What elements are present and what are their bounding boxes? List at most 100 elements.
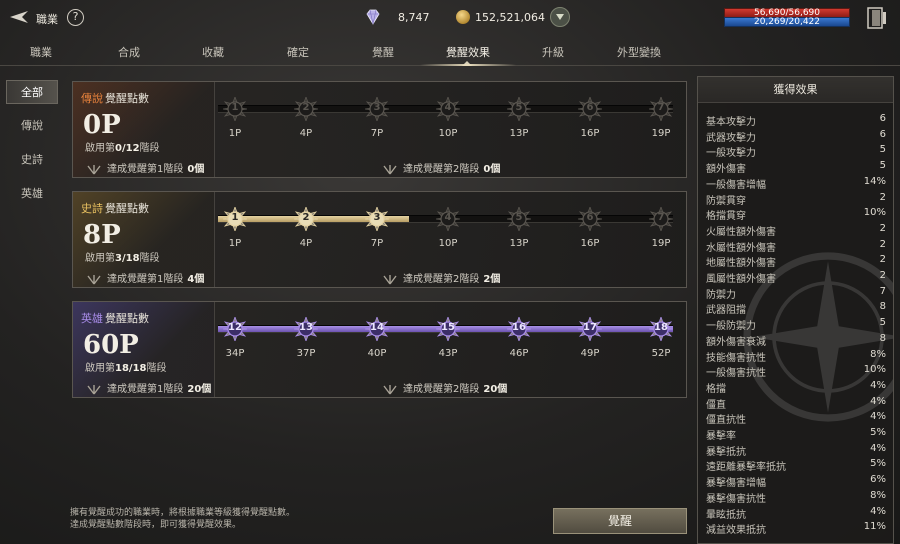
gem-count: 8,747 <box>398 11 430 24</box>
milestone-node: 4 <box>436 207 460 231</box>
laurel-icon <box>383 385 397 395</box>
milestone-number: 3 <box>373 102 381 113</box>
effect-row: 額外傷害衰減 8 <box>706 333 886 349</box>
card-title: 英雄 覺醒點數 <box>81 310 149 326</box>
milestone-number: 12 <box>228 322 242 333</box>
effect-row: 武器攻擊力 6 <box>706 129 886 145</box>
tab-awaken-effect[interactable]: 覺醒效果 <box>446 44 490 60</box>
milestone-number: 7 <box>657 212 665 223</box>
grade-label: 史詩 <box>81 202 103 215</box>
milestone-points-label: 16P <box>580 238 600 249</box>
milestone-points-label: 4P <box>299 128 313 139</box>
milestone-points-label: 52P <box>651 348 671 359</box>
effect-name: 地屬性額外傷害 <box>706 258 776 270</box>
effect-value: 8 <box>879 332 886 344</box>
effects-title: 獲得效果 <box>698 77 893 103</box>
milestone-number: 4 <box>444 212 452 223</box>
milestone-node: 6 <box>578 207 602 231</box>
milestone-points-label: 16P <box>580 128 600 139</box>
milestone-points-label: 40P <box>367 348 387 359</box>
effect-name: 暴擊傷害抗性 <box>706 493 766 505</box>
tab-synthesis[interactable]: 合成 <box>118 44 140 60</box>
effect-row: 防禦力 7 <box>706 286 886 302</box>
milestone-number: 16 <box>512 322 526 333</box>
filter-epic[interactable]: 史詩 <box>6 148 58 172</box>
milestone-node: 16 <box>507 317 531 341</box>
milestone-node: 7 <box>649 207 673 231</box>
milestone-points-label: 7P <box>370 128 384 139</box>
effect-row: 地屬性額外傷害 2 <box>706 254 886 270</box>
effect-name: 減益效果抵抗 <box>706 525 766 537</box>
effect-row: 額外傷害 5 <box>706 160 886 176</box>
help-icon[interactable]: ? <box>67 9 84 26</box>
effect-row: 暈眩抵抗 4% <box>706 506 886 522</box>
effect-row: 火屬性額外傷害 2 <box>706 223 886 239</box>
milestone-number: 5 <box>515 212 523 223</box>
milestone-node: 4 <box>436 97 460 121</box>
effect-name: 防禦貫穿 <box>706 195 746 207</box>
effect-value: 10% <box>863 364 886 376</box>
tab-bar: 職業 合成 收藏 確定 覺醒 覺醒效果 升級 外型變換 <box>0 36 900 66</box>
acquired-effects-panel: 獲得效果 基本攻擊力 6 武器攻擊力 6 一般攻擊力 5 額外傷害 5 一般傷害增幅 14% 防禦貫… <box>697 76 894 544</box>
effect-value: 5 <box>879 317 886 329</box>
awaken-button[interactable]: 覺醒 <box>553 508 687 534</box>
milestone-points-label: 19P <box>651 238 671 249</box>
milestone-number: 2 <box>302 212 310 223</box>
effect-row: 一般防禦力 5 <box>706 317 886 333</box>
effect-name: 火屬性額外傷害 <box>706 226 776 238</box>
milestone-points-label: 43P <box>438 348 458 359</box>
milestone-points-label: 49P <box>580 348 600 359</box>
effect-row: 一般攻擊力 5 <box>706 144 886 160</box>
effect-value: 14% <box>863 175 886 187</box>
effect-value: 10% <box>863 207 886 219</box>
effect-name: 遠距離暴擊率抵抗 <box>706 462 786 474</box>
gold-coin-icon <box>456 10 470 24</box>
currency-dropdown-button[interactable] <box>550 7 570 27</box>
milestone-number: 1 <box>231 102 239 113</box>
effect-value: 5 <box>879 144 886 156</box>
tab-job[interactable]: 職業 <box>30 44 52 60</box>
tab-collection[interactable]: 收藏 <box>202 44 224 60</box>
achievement-stage-2: 達成覺醒第2階段 0個 <box>381 160 500 175</box>
tab-appearance[interactable]: 外型變換 <box>617 44 661 60</box>
effect-name: 格擋貫穿 <box>706 211 746 223</box>
exit-door-icon[interactable] <box>866 6 888 30</box>
filter-all[interactable]: 全部 <box>6 80 58 104</box>
effect-value: 5% <box>870 458 886 470</box>
milestone-points-label: 1P <box>228 238 242 249</box>
effect-name: 水屬性額外傷害 <box>706 242 776 254</box>
footnote: 擁有覺醒成功的職業時，將根據職業等級獲得覺醒點數。 達成覺醒點數階段時，即可獲得… <box>70 507 295 531</box>
footnote-line: 擁有覺醒成功的職業時，將根據職業等級獲得覺醒點數。 <box>70 508 296 518</box>
filter-legend[interactable]: 傳說 <box>6 114 58 138</box>
back-arrow-icon[interactable] <box>8 9 30 25</box>
milestone-points-label: 34P <box>225 348 245 359</box>
effect-name: 格擋 <box>706 383 726 395</box>
effect-row: 風屬性額外傷害 2 <box>706 270 886 286</box>
effect-name: 僵直抗性 <box>706 415 746 427</box>
milestone-number: 3 <box>373 212 381 223</box>
filter-hero[interactable]: 英雄 <box>6 182 58 206</box>
tab-awaken[interactable]: 覺醒 <box>372 44 394 60</box>
card-title: 史詩 覺醒點數 <box>81 200 149 216</box>
milestone-node: 12 <box>223 317 247 341</box>
milestone-number: 15 <box>441 322 455 333</box>
milestone-points-label: 1P <box>228 128 242 139</box>
milestone-number: 6 <box>586 102 594 113</box>
milestone-number: 2 <box>302 102 310 113</box>
effect-row: 水屬性額外傷害 2 <box>706 239 886 255</box>
effect-name: 一般攻擊力 <box>706 148 756 160</box>
effect-name: 額外傷害衰減 <box>706 336 766 348</box>
tab-confirm[interactable]: 確定 <box>287 44 309 60</box>
laurel-icon <box>383 275 397 285</box>
effect-value: 4% <box>870 395 886 407</box>
milestone-number: 4 <box>444 102 452 113</box>
effect-value: 11% <box>863 521 886 533</box>
tab-upgrade[interactable]: 升級 <box>542 44 564 60</box>
effect-row: 技能傷害抗性 8% <box>706 349 886 365</box>
achievement-stage-1: 達成覺醒第1階段 4個 <box>85 270 204 285</box>
card-title: 傳說 覺醒點數 <box>81 90 149 106</box>
milestone-points-label: 7P <box>370 238 384 249</box>
milestone-node: 5 <box>507 97 531 121</box>
effect-value: 5% <box>870 427 886 438</box>
laurel-icon <box>87 165 101 175</box>
